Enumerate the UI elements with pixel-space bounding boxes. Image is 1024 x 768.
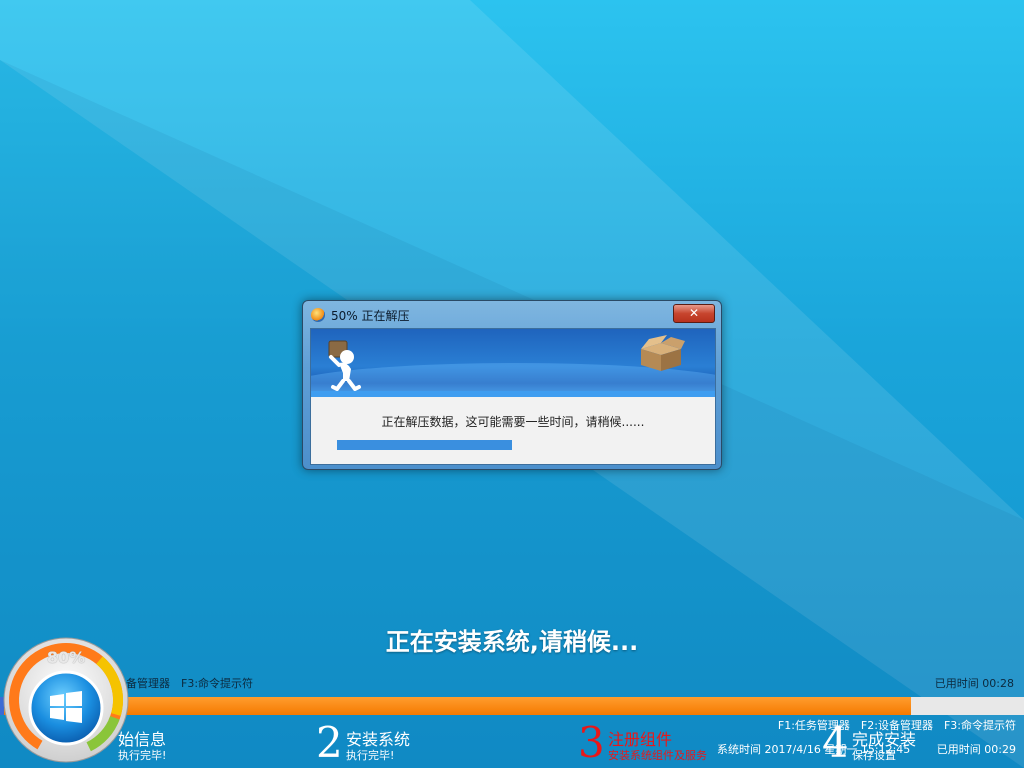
app-icon <box>311 308 325 322</box>
close-icon: ✕ <box>688 306 700 320</box>
carrying-figure-icon <box>328 340 361 391</box>
system-time: 系统时间 2017/4/16 星期一 15:12:45 <box>717 743 911 756</box>
hotkey-hint-lower: F1:任务管理器 F2:设备管理器 F3:命令提示符 <box>777 719 1016 732</box>
step-3-status: 安装系统组件及服务 <box>608 749 707 762</box>
hotkey-hint-upper: 备管理器 F3:命令提示符 <box>126 677 254 690</box>
cardboard-box-icon <box>641 335 685 371</box>
dialog-message: 正在解压数据，这可能需要一些时间，请稍候...... <box>381 415 645 429</box>
dialog-title: 50% 正在解压 <box>331 308 410 323</box>
close-button[interactable]: ✕ <box>673 304 715 323</box>
overall-progress-fill <box>0 697 912 715</box>
elapsed-time-upper: 已用时间 00:28 <box>934 677 1014 690</box>
overall-progress-bar <box>0 697 1024 715</box>
step-2-number: 2 <box>316 718 343 767</box>
dialog-progress-fill <box>337 440 512 450</box>
windows-logo-badge: 80% <box>2 636 130 764</box>
dialog-progress-bar <box>337 440 687 450</box>
logo-percent: 80% <box>46 648 86 667</box>
dialog-titlebar[interactable]: 50% 正在解压 <box>311 306 410 324</box>
elapsed-time-lower: 已用时间 00:29 <box>936 743 1016 756</box>
dialog-body: 正在解压数据，这可能需要一些时间，请稍候...... <box>310 328 716 465</box>
step-3-number: 3 <box>578 718 605 767</box>
install-status-text: 正在安装系统,请稍候... <box>385 628 639 656</box>
dialog-banner <box>311 329 715 397</box>
step-2-status: 执行完毕! <box>346 749 395 762</box>
extract-dialog: 50% 正在解压 ✕ 正在解压数据，这可能需要一些时间，请稍候...... <box>302 300 722 470</box>
